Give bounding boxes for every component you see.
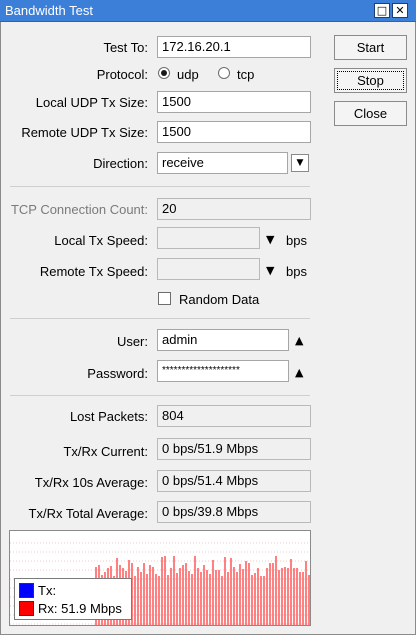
test-to-input[interactable]: 172.16.20.1 <box>157 36 311 58</box>
lost-packets-value: 804 <box>157 405 311 427</box>
window-title: Bandwidth Test <box>5 3 93 18</box>
direction-label: Direction: <box>93 156 148 171</box>
local-tx-speed-dropdown-icon[interactable]: ▼ <box>266 234 274 246</box>
tx-legend-swatch <box>19 583 34 598</box>
graph-legend: Tx: Rx: 51.9 Mbps <box>14 578 132 620</box>
remote-tx-speed-dropdown-icon[interactable]: ▼ <box>266 265 274 277</box>
protocol-udp-radio[interactable] <box>158 67 170 79</box>
user-label: User: <box>116 334 148 349</box>
local-udp-tx-size-input[interactable]: 1500 <box>157 91 311 113</box>
remote-tx-speed-unit: bps <box>286 264 307 279</box>
tx-rx-current-label: Tx/Rx Current: <box>63 444 148 459</box>
remote-tx-speed-label: Remote Tx Speed: <box>39 264 148 279</box>
password-input[interactable]: ******************** <box>157 360 289 382</box>
user-collapse-icon[interactable]: ▲ <box>295 335 303 347</box>
local-udp-tx-size-label: Local UDP Tx Size: <box>35 95 148 110</box>
protocol-tcp-label: tcp <box>237 67 255 82</box>
local-tx-speed-input[interactable] <box>157 227 260 249</box>
maximize-icon[interactable]: □ <box>374 3 390 18</box>
remote-udp-tx-size-input[interactable]: 1500 <box>157 121 311 143</box>
remote-udp-tx-size-label: Remote UDP Tx Size: <box>21 125 148 140</box>
protocol-tcp-radio[interactable] <box>218 67 230 79</box>
rx-legend-label: Rx: 51.9 Mbps <box>38 601 122 616</box>
separator <box>10 395 310 396</box>
lost-packets-label: Lost Packets: <box>69 409 148 424</box>
tx-rx-10s-average-value: 0 bps/51.4 Mbps <box>157 470 311 492</box>
test-to-label: Test To: <box>103 40 148 55</box>
local-tx-speed-unit: bps <box>286 233 307 248</box>
start-button[interactable]: Start <box>334 35 407 60</box>
tx-legend-label: Tx: <box>38 583 57 598</box>
password-collapse-icon[interactable]: ▲ <box>295 367 303 379</box>
tx-rx-10s-average-label: Tx/Rx 10s Average: <box>34 475 148 490</box>
traffic-graph: Tx: Rx: 51.9 Mbps <box>9 530 311 626</box>
tx-rx-current-value: 0 bps/51.9 Mbps <box>157 438 311 460</box>
separator <box>10 318 310 319</box>
stop-button[interactable]: Stop <box>334 68 407 93</box>
tcp-connection-count-label: TCP Connection Count: <box>10 202 148 217</box>
user-input[interactable]: admin <box>157 329 289 351</box>
direction-dropdown-icon[interactable]: ▼ <box>291 154 309 172</box>
random-data-checkbox[interactable] <box>158 292 171 305</box>
random-data-label: Random Data <box>179 292 260 307</box>
direction-select[interactable]: receive <box>157 152 288 174</box>
tx-rx-total-average-value: 0 bps/39.8 Mbps <box>157 501 311 523</box>
remote-tx-speed-input[interactable] <box>157 258 260 280</box>
close-icon[interactable]: ✕ <box>392 3 408 18</box>
window-titlebar[interactable]: Bandwidth Test □ ✕ <box>0 0 416 22</box>
tcp-connection-count-input[interactable]: 20 <box>157 198 311 220</box>
tx-rx-total-average-label: Tx/Rx Total Average: <box>28 506 148 521</box>
separator <box>10 186 310 187</box>
protocol-udp-label: udp <box>177 67 199 82</box>
password-label: Password: <box>87 366 148 381</box>
rx-legend-swatch <box>19 601 34 616</box>
close-button[interactable]: Close <box>334 101 407 126</box>
protocol-label: Protocol: <box>96 67 148 82</box>
local-tx-speed-label: Local Tx Speed: <box>54 233 148 248</box>
